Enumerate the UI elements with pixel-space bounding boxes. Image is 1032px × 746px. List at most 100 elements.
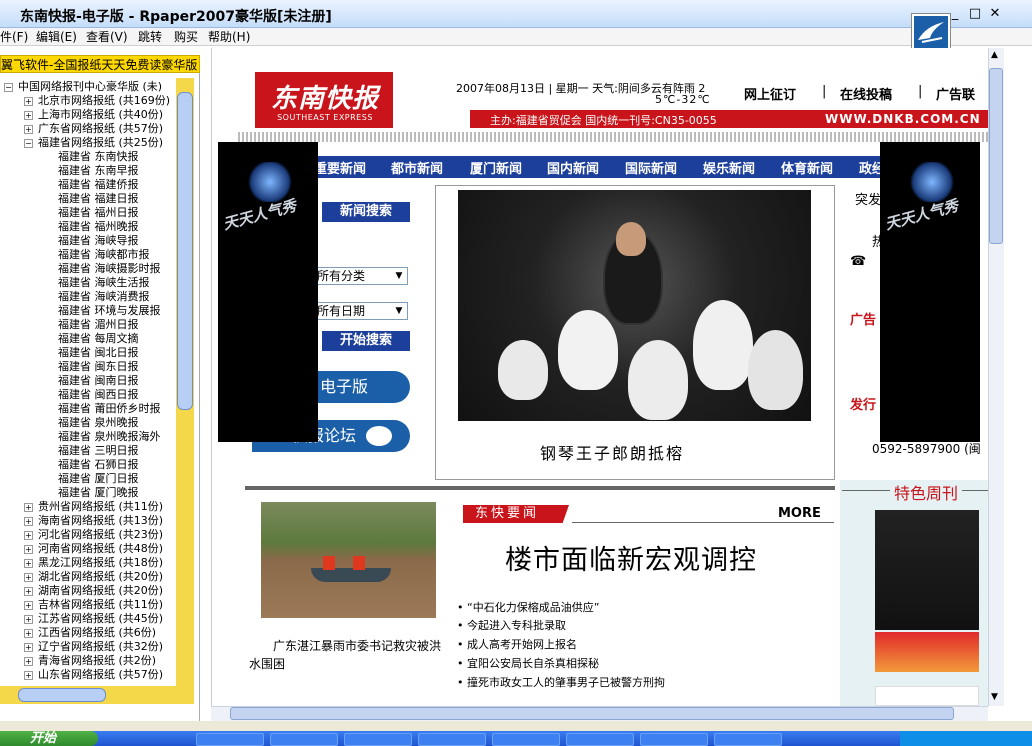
- link-submit[interactable]: 在线投稿: [840, 84, 892, 103]
- tree-node[interactable]: 福建省 东南早报: [44, 164, 139, 178]
- expand-icon[interactable]: +: [24, 601, 33, 610]
- news-bullet-item[interactable]: • “中石化力保榕成品油供应”: [457, 599, 599, 615]
- scroll-up-icon[interactable]: ▲: [991, 50, 998, 60]
- menu-help[interactable]: 帮助(H): [208, 28, 250, 46]
- news-bullet-item[interactable]: • 宜阳公安局长自杀真相探秘: [457, 655, 599, 671]
- taskbar-item[interactable]: [344, 733, 412, 746]
- tree-node[interactable]: 福建省 福建侨报: [44, 178, 139, 192]
- weekly-cover-2[interactable]: [875, 632, 979, 672]
- tree-node[interactable]: 福建省 闽西日报: [44, 388, 139, 402]
- floating-banner-right[interactable]: 天天人气秀: [880, 142, 980, 442]
- tree-node[interactable]: 河北省网络报纸 (共23份) +: [24, 528, 163, 542]
- tree-node[interactable]: 福建省 福州日报: [44, 206, 139, 220]
- tree-node[interactable]: 青海省网络报纸 (共2份) +: [24, 654, 156, 668]
- expand-icon[interactable]: +: [24, 671, 33, 680]
- menu-jump[interactable]: 跳转: [138, 28, 162, 46]
- menu-file[interactable]: 件(F): [0, 28, 28, 46]
- feature-photo[interactable]: [458, 190, 811, 421]
- flood-photo[interactable]: [261, 502, 436, 618]
- content-scroll-thumb[interactable]: [989, 68, 1003, 244]
- tree-node[interactable]: 福建省 石狮日报: [44, 458, 139, 472]
- nav-sports[interactable]: 体育新闻: [781, 158, 833, 177]
- tree-node[interactable]: 福建省 海峡消费报: [44, 290, 150, 304]
- tree-node[interactable]: 福建省 闽北日报: [44, 346, 139, 360]
- maximize-button[interactable]: □: [966, 6, 984, 22]
- tree-node[interactable]: 吉林省网络报纸 (共11份) +: [24, 598, 163, 612]
- tree-node[interactable]: 辽宁省网络报纸 (共32份) +: [24, 640, 163, 654]
- content-hscroll-thumb[interactable]: [230, 707, 954, 720]
- tree-node[interactable]: 湖南省网络报纸 (共20份) +: [24, 584, 163, 598]
- tree-node[interactable]: 福建省 闽东日报: [44, 360, 139, 374]
- tree-node[interactable]: 黑龙江网络报纸 (共18份) +: [24, 556, 163, 570]
- tree-node[interactable]: 江苏省网络报纸 (共45份) +: [24, 612, 163, 626]
- news-bullet-item[interactable]: • 成人高考开始网上报名: [457, 636, 577, 652]
- expand-icon[interactable]: +: [24, 125, 33, 134]
- expand-icon[interactable]: +: [24, 643, 33, 652]
- link-subscribe[interactable]: 网上征订: [744, 84, 796, 103]
- tree-scroll-thumb[interactable]: [177, 92, 193, 410]
- tree-node[interactable]: 福建省 海峡生活报: [44, 276, 150, 290]
- tree-node[interactable]: 福建省 海峡导报: [44, 234, 139, 248]
- tree-node[interactable]: 福建省 三明日报: [44, 444, 139, 458]
- tree-node[interactable]: 贵州省网络报纸 (共11份) +: [24, 500, 163, 514]
- tree-node[interactable]: 福建省 福建日报: [44, 192, 139, 206]
- floating-banner-left[interactable]: 天天人气秀: [218, 142, 318, 442]
- tree-node[interactable]: 福建省 每周文摘: [44, 332, 139, 346]
- date-select[interactable]: 所有日期 ▼: [314, 302, 408, 320]
- taskbar-item[interactable]: [196, 733, 264, 746]
- expand-icon[interactable]: +: [24, 573, 33, 582]
- nav-important[interactable]: 重要新闻: [314, 158, 366, 177]
- start-search-button[interactable]: 开始搜索: [322, 331, 410, 351]
- tree-node[interactable]: 福建省 海峡都市报: [44, 248, 150, 262]
- expand-icon[interactable]: +: [24, 517, 33, 526]
- expand-icon[interactable]: +: [24, 657, 33, 666]
- weekly-cover-1[interactable]: [875, 510, 979, 630]
- link-ads[interactable]: 广告联: [936, 84, 975, 103]
- weekly-title[interactable]: 特色周刊: [890, 480, 963, 504]
- expand-icon[interactable]: +: [24, 559, 33, 568]
- tree-hscroll-thumb[interactable]: [18, 688, 106, 702]
- menu-view[interactable]: 查看(V): [86, 28, 128, 46]
- taskbar-item[interactable]: [270, 733, 338, 746]
- tree-node[interactable]: 福建省 泉州晚报海外: [44, 430, 161, 444]
- taskbar-item[interactable]: [566, 733, 634, 746]
- nav-city[interactable]: 都市新闻: [391, 158, 443, 177]
- expand-icon[interactable]: +: [24, 629, 33, 638]
- tree-node[interactable]: 福建省 湄州日报: [44, 318, 139, 332]
- sidebar-ad-bar[interactable]: 翼飞软件-全国报纸天天免费读豪华版: [0, 55, 200, 73]
- taskbar-item[interactable]: [640, 733, 708, 746]
- news-bullet-item[interactable]: • 撞死市政女工人的肇事男子已被警方刑拘: [457, 674, 665, 690]
- expand-icon[interactable]: +: [24, 503, 33, 512]
- tree-node[interactable]: 福建省 海峡摄影时报: [44, 262, 161, 276]
- weekly-cover-3[interactable]: [875, 686, 979, 706]
- tree-node[interactable]: 海南省网络报纸 (共13份) +: [24, 514, 163, 528]
- taskbar-item[interactable]: [492, 733, 560, 746]
- tree-node[interactable]: 河南省网络报纸 (共48份) +: [24, 542, 163, 556]
- tree-node[interactable]: 福建省 厦门晚报: [44, 486, 139, 500]
- nav-domestic[interactable]: 国内新闻: [547, 158, 599, 177]
- tree-node[interactable]: 湖北省网络报纸 (共20份) +: [24, 570, 163, 584]
- tree-node[interactable]: 福建省 福州晚报: [44, 220, 139, 234]
- taskbar-item[interactable]: [418, 733, 486, 746]
- news-bullet-item[interactable]: • 今起进入专科批录取: [457, 617, 566, 633]
- expand-icon[interactable]: +: [24, 615, 33, 624]
- tree-node[interactable]: 江西省网络报纸 (共6份) +: [24, 626, 156, 640]
- headline[interactable]: 楼市面临新宏观调控: [505, 538, 757, 577]
- nav-xiamen[interactable]: 厦门新闻: [470, 158, 522, 177]
- close-button[interactable]: ✕: [986, 6, 1004, 22]
- expand-icon[interactable]: +: [24, 531, 33, 540]
- expand-icon[interactable]: +: [24, 587, 33, 596]
- tree-node[interactable]: 福建省 闽南日报: [44, 374, 139, 388]
- tree-node[interactable]: 福建省网络报纸 (共25份) −: [24, 136, 163, 150]
- start-button[interactable]: 开始: [0, 731, 98, 746]
- expand-icon[interactable]: +: [24, 111, 33, 120]
- scroll-down-icon[interactable]: ▼: [991, 692, 998, 702]
- flood-caption[interactable]: 广东湛江暴雨市委书记救灾被洪水围困: [249, 637, 449, 673]
- expand-icon[interactable]: +: [24, 97, 33, 106]
- tree-node[interactable]: 福建省 环境与发展报: [44, 304, 161, 318]
- expand-icon[interactable]: +: [24, 545, 33, 554]
- nav-international[interactable]: 国际新闻: [625, 158, 677, 177]
- photo-caption[interactable]: 钢琴王子郎朗抵榕: [540, 440, 684, 464]
- tree-node[interactable]: 中国网络报刊中心豪华版 (未) −: [4, 80, 162, 94]
- more-link[interactable]: MORE: [778, 506, 821, 521]
